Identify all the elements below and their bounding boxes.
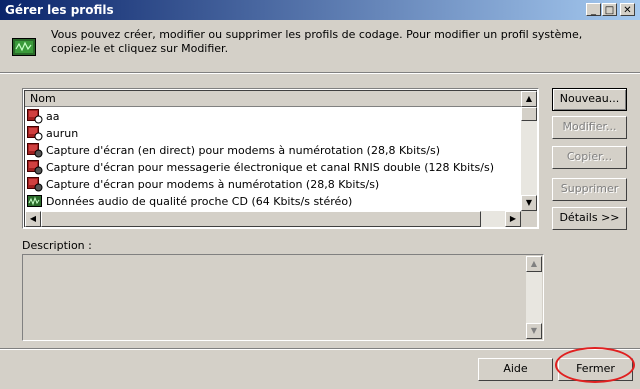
profile-meter-icon — [12, 38, 36, 56]
help-button[interactable]: Aide — [478, 358, 553, 381]
window-title: Gérer les profils — [5, 3, 114, 17]
close-button[interactable]: ✕ — [620, 3, 635, 16]
list-item-label: Données audio de qualité proche CD (64 K… — [46, 195, 353, 208]
scroll-up-button[interactable]: ▲ — [521, 91, 537, 107]
list-item-label: aurun — [46, 127, 79, 140]
description-label: Description : — [22, 239, 92, 252]
maximize-button[interactable]: □ — [602, 3, 617, 16]
system-profile-icon — [27, 143, 43, 158]
description-box: ▲ ▼ — [22, 254, 544, 341]
scroll-down-button[interactable]: ▼ — [521, 195, 537, 211]
new-profile-button[interactable]: Nouveau... — [552, 88, 627, 111]
description-scrollbar[interactable]: ▲ ▼ — [526, 256, 542, 339]
header-separator — [0, 72, 640, 74]
column-header-name[interactable]: Nom — [25, 91, 524, 107]
details-button[interactable]: Détails >> — [552, 207, 627, 230]
custom-profile-icon — [27, 109, 43, 124]
scroll-right-button[interactable]: ▶ — [505, 211, 521, 227]
scroll-left-button[interactable]: ◀ — [25, 211, 41, 227]
list-horizontal-scrollbar[interactable]: ◀ ▶ — [25, 211, 521, 227]
list-item[interactable]: aa — [26, 108, 523, 125]
list-item[interactable]: Capture d'écran pour messagerie électron… — [26, 159, 523, 176]
list-item-label: Capture d'écran pour modems à numérotati… — [46, 178, 380, 191]
list-item[interactable]: aurun — [26, 125, 523, 142]
minimize-button[interactable]: _ — [586, 3, 601, 16]
header-panel: Vous pouvez créer, modifier ou supprimer… — [0, 20, 640, 72]
scroll-corner — [521, 211, 537, 227]
list-item[interactable]: Capture d'écran pour modems à numérotati… — [26, 176, 523, 193]
list-item-label: Capture d'écran pour messagerie électron… — [46, 161, 494, 174]
copy-profile-button[interactable]: Copier... — [552, 146, 627, 169]
description-scroll-down-button[interactable]: ▼ — [526, 323, 542, 339]
system-profile-icon — [27, 177, 43, 192]
list-item[interactable]: Capture d'écran (en direct) pour modems … — [26, 142, 523, 159]
close-dialog-button[interactable]: Fermer — [558, 358, 633, 381]
footer-separator — [0, 348, 640, 350]
list-item-label: Capture d'écran (en direct) pour modems … — [46, 144, 440, 157]
vertical-scroll-thumb[interactable] — [521, 107, 537, 121]
list-item[interactable]: Données audio de qualité proche CD (64 K… — [26, 193, 523, 210]
audio-profile-icon — [27, 195, 42, 207]
profile-list[interactable]: Nom aa aurun Capture d'écran (en direct)… — [22, 88, 539, 229]
delete-profile-button[interactable]: Supprimer — [552, 178, 627, 201]
header-text: Vous pouvez créer, modifier ou supprimer… — [51, 28, 583, 55]
list-vertical-scrollbar[interactable]: ▲ ▼ — [521, 91, 537, 211]
edit-profile-button[interactable]: Modifier... — [552, 116, 627, 139]
custom-profile-icon — [27, 126, 43, 141]
title-bar: Gérer les profils _ □ ✕ — [0, 0, 640, 20]
description-scroll-up-button[interactable]: ▲ — [526, 256, 542, 272]
system-profile-icon — [27, 160, 43, 175]
list-item-label: aa — [46, 110, 60, 123]
horizontal-scroll-thumb[interactable] — [41, 211, 481, 227]
